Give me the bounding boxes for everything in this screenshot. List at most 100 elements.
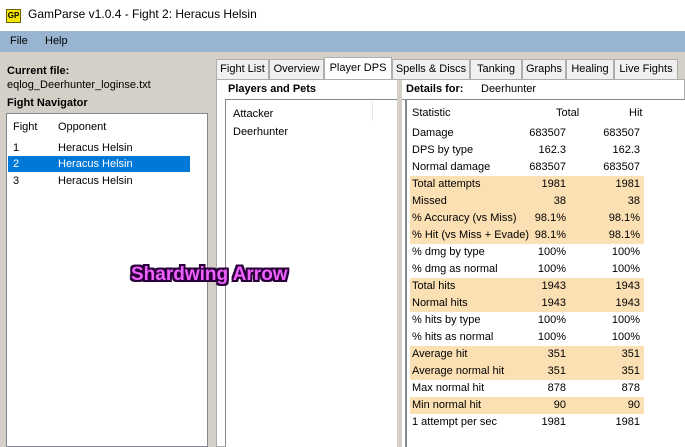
tab-healing[interactable]: Healing <box>566 59 614 79</box>
fight-row-3[interactable]: 3 Heracus Helsin <box>8 173 190 189</box>
stat-name: Total attempts <box>412 178 481 190</box>
middle-splitter[interactable] <box>397 80 402 447</box>
details-player-name: Deerhunter <box>481 83 537 95</box>
stat-row[interactable]: Min normal hit 90 90 <box>410 397 644 414</box>
stat-row[interactable]: Total attempts 1981 1981 <box>410 176 644 193</box>
tab-fight-list[interactable]: Fight List <box>216 59 269 79</box>
stat-row[interactable]: % hits by type 100% 100% <box>410 312 644 329</box>
fight-opponent: Heracus Helsin <box>58 142 133 154</box>
stat-name: Min normal hit <box>412 399 482 411</box>
stat-row[interactable]: % hits as normal 100% 100% <box>410 329 644 346</box>
stat-total: 1981 <box>541 178 566 190</box>
stat-row[interactable]: Missed 38 38 <box>410 193 644 210</box>
stat-total: 98.1% <box>534 212 566 224</box>
tab-strip: Fight List Overview Player DPS Spells & … <box>216 57 685 80</box>
stat-row[interactable]: % Hit (vs Miss + Evade) 98.1% 98.1% <box>410 227 644 244</box>
stat-name: % hits by type <box>412 314 481 326</box>
stat-total: 90 <box>553 399 566 411</box>
stat-total: 100% <box>537 263 566 275</box>
stat-row[interactable]: Total hits 1943 1943 <box>410 278 644 295</box>
stat-hit: 38 <box>627 195 640 207</box>
stat-row[interactable]: Average hit 351 351 <box>410 346 644 363</box>
stat-total: 878 <box>547 382 566 394</box>
tab-overview[interactable]: Overview <box>269 59 324 79</box>
stat-hit: 1981 <box>615 178 640 190</box>
stat-row[interactable]: Damage 683507 683507 <box>410 125 644 142</box>
stat-name: Damage <box>412 127 454 139</box>
fight-opponent: Heracus Helsin <box>58 175 133 187</box>
stat-hit: 683507 <box>603 127 640 139</box>
fight-number: 1 <box>13 142 20 154</box>
stat-row[interactable]: Average normal hit 351 351 <box>410 363 644 380</box>
stat-name: Normal hits <box>412 297 468 309</box>
column-separator <box>372 101 373 121</box>
menu-help[interactable]: Help <box>45 35 68 47</box>
statistics-table[interactable]: Statistic Total Hit Damage 683507 683507 DP… <box>406 99 685 447</box>
current-file-name: eqlog_Deerhunter_loginse.txt <box>7 79 151 91</box>
stat-row[interactable]: Max normal hit 878 878 <box>410 380 644 397</box>
stat-hit: 878 <box>621 382 640 394</box>
stat-row[interactable]: % Accuracy (vs Miss) 98.1% 98.1% <box>410 210 644 227</box>
app-icon: GP <box>6 9 21 23</box>
stat-hit: 98.1% <box>608 212 640 224</box>
player-dps-page: Players and Pets Attacker Deerhunter Det… <box>216 79 685 447</box>
stat-hit: 1943 <box>615 297 640 309</box>
tab-player-dps[interactable]: Player DPS <box>324 57 392 80</box>
stat-name: % dmg by type <box>412 246 485 258</box>
current-file-label: Current file: <box>7 65 70 77</box>
stat-name: 1 attempt per sec <box>412 416 497 428</box>
stat-hit: 351 <box>621 365 640 377</box>
stat-hit: 100% <box>611 314 640 326</box>
stat-row[interactable]: % dmg by type 100% 100% <box>410 244 644 261</box>
stat-name: Max normal hit <box>412 382 485 394</box>
stat-row[interactable]: % dmg as normal 100% 100% <box>410 261 644 278</box>
stat-hit: 100% <box>611 246 640 258</box>
stat-row[interactable]: Normal hits 1943 1943 <box>410 295 644 312</box>
stat-hit: 100% <box>611 331 640 343</box>
stat-hit: 1981 <box>615 416 640 428</box>
column-header-total[interactable]: Total <box>556 107 579 119</box>
fight-row-2[interactable]: 2 Heracus Helsin <box>8 156 190 172</box>
attacker-row[interactable]: Deerhunter <box>233 126 288 138</box>
stat-total: 98.1% <box>534 229 566 241</box>
stat-total: 351 <box>547 365 566 377</box>
menu-file[interactable]: File <box>10 35 28 47</box>
stat-hit: 98.1% <box>608 229 640 241</box>
fight-opponent: Heracus Helsin <box>58 158 133 170</box>
stat-name: % hits as normal <box>412 331 494 343</box>
players-and-pets-label: Players and Pets <box>228 83 317 95</box>
stat-total: 351 <box>547 348 566 360</box>
stat-name: % Hit (vs Miss + Evade) <box>412 229 530 241</box>
stat-total: 100% <box>537 246 566 258</box>
stat-row[interactable]: DPS by type 162.3 162.3 <box>410 142 644 159</box>
stat-name: DPS by type <box>412 144 474 156</box>
stat-hit: 351 <box>621 348 640 360</box>
tab-live-fights[interactable]: Live Fights <box>614 59 678 79</box>
details-for-label: Details for: <box>406 83 464 95</box>
column-header-hit[interactable]: Hit <box>629 107 642 119</box>
tab-graphs[interactable]: Graphs <box>522 59 566 79</box>
stat-total: 1943 <box>541 297 566 309</box>
stat-hit: 90 <box>627 399 640 411</box>
stat-name: Total hits <box>412 280 456 292</box>
fight-navigator-label: Fight Navigator <box>7 97 88 109</box>
stat-row[interactable]: Normal damage 683507 683507 <box>410 159 644 176</box>
menu-bar: File Help <box>0 31 685 52</box>
stat-total: 162.3 <box>538 144 566 156</box>
column-header-fight[interactable]: Fight <box>13 121 37 133</box>
stat-total: 683507 <box>529 161 566 173</box>
main-area: Current file: eqlog_Deerhunter_loginse.t… <box>0 52 685 447</box>
column-header-opponent[interactable]: Opponent <box>58 121 106 133</box>
stat-row[interactable]: 1 attempt per sec 1981 1981 <box>410 414 644 431</box>
stat-name: Average normal hit <box>412 365 505 377</box>
stat-name: % dmg as normal <box>412 263 498 275</box>
stat-name: Average hit <box>412 348 468 360</box>
title-bar: GP GamParse v1.0.4 - Fight 2: Heracus He… <box>0 0 685 31</box>
fight-row-1[interactable]: 1 Heracus Helsin <box>8 140 190 156</box>
window-title: GamParse v1.0.4 - Fight 2: Heracus Helsi… <box>28 7 257 21</box>
tab-spells-discs[interactable]: Spells & Discs <box>392 59 470 79</box>
fight-number: 3 <box>13 175 20 187</box>
tab-tanking[interactable]: Tanking <box>470 59 522 79</box>
column-header-attacker[interactable]: Attacker <box>233 108 273 120</box>
column-header-statistic[interactable]: Statistic <box>412 107 451 119</box>
